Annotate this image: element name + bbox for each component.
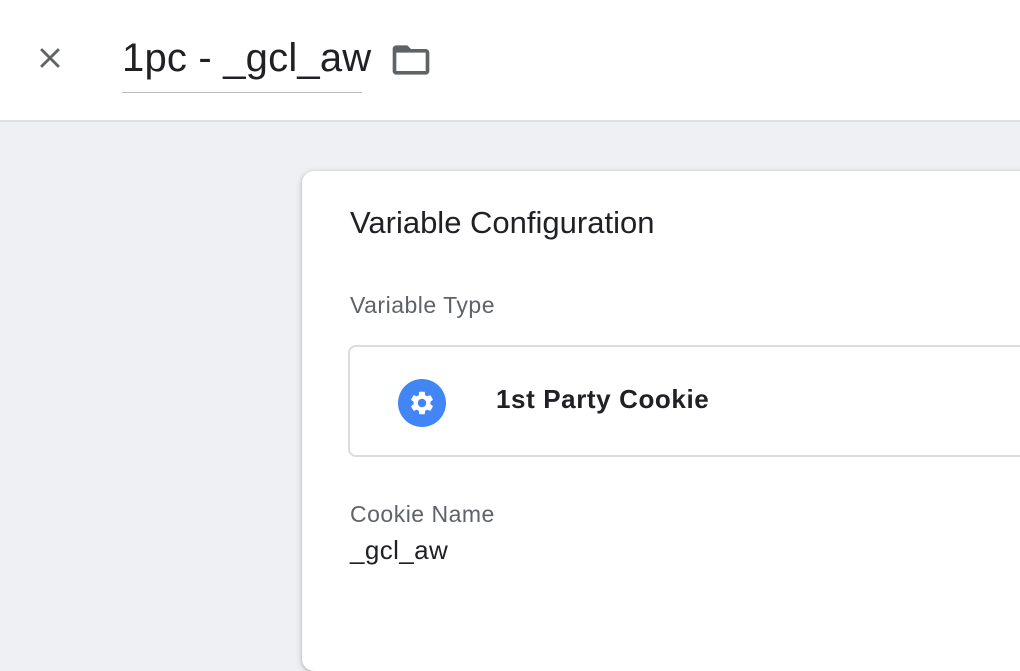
- variable-type-icon: [398, 379, 446, 427]
- editor-header: 1pc - _gcl_aw: [0, 0, 1020, 122]
- variable-name-text: 1pc - _gcl_aw: [122, 36, 372, 80]
- variable-configuration-card: Variable Configuration Variable Type 1st…: [302, 171, 1020, 671]
- close-button[interactable]: [28, 36, 72, 80]
- variable-name-input[interactable]: 1pc - _gcl_aw: [122, 32, 371, 93]
- folder-icon: [392, 45, 430, 75]
- variable-type-value: 1st Party Cookie: [496, 384, 710, 414]
- cookie-name-value: _gcl_aw: [350, 535, 449, 565]
- folder-button[interactable]: [388, 38, 434, 82]
- close-icon: [40, 48, 60, 68]
- gear-icon: [411, 391, 433, 415]
- variable-type-label: Variable Type: [350, 292, 496, 318]
- cookie-name-label: Cookie Name: [350, 501, 495, 527]
- variable-type-selector[interactable]: 1st Party Cookie: [348, 345, 1020, 457]
- card-title: Variable Configuration: [350, 205, 655, 240]
